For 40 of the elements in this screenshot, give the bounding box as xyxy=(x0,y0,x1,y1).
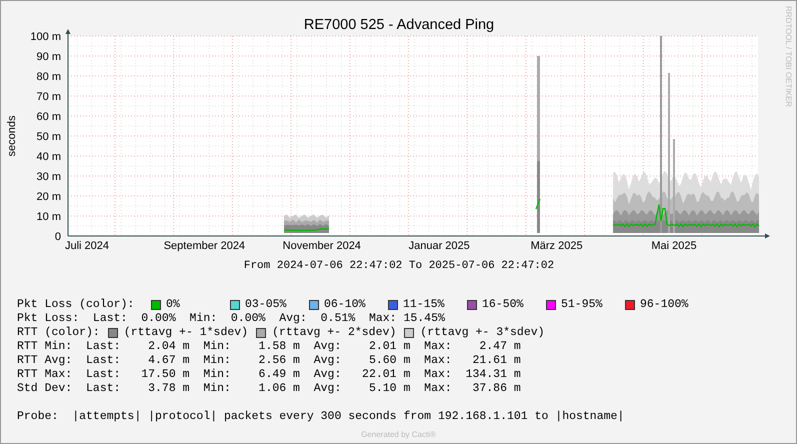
y-tick-label: 80 m xyxy=(36,71,61,83)
y-tick-label: 40 m xyxy=(36,151,61,163)
y-tick-label: 30 m xyxy=(36,171,61,183)
legend-item-label: (rttavg +- 3*sdev) xyxy=(420,326,545,340)
stats-line: RTT Avg: Last: 4.67 m Min: 2.56 m Avg: 5.60 m Max: 21.61 m xyxy=(17,354,522,368)
y-tick-label: 10 m xyxy=(36,211,61,223)
x-tick-label: Juli 2024 xyxy=(64,240,110,252)
legend-item-label: 51-95% xyxy=(561,298,602,312)
x-tick-label: Januar 2025 xyxy=(408,240,470,252)
y-tick-label: 100 m xyxy=(30,31,61,43)
legend-label: RTT (color): xyxy=(17,326,100,340)
x-tick-label: November 2024 xyxy=(282,240,361,252)
x-tick-label: März 2025 xyxy=(530,240,583,252)
stats-line: Std Dev: Last: 3.78 m Min: 1.06 m Avg: 5.10 m Max: 37.86 m xyxy=(17,382,522,396)
side-credit: RRDTOOL / TOBI OETIKER xyxy=(784,6,793,108)
y-tick-label: 60 m xyxy=(36,111,61,123)
time-range: From 2024-07-06 22:47:02 To 2025-07-06 22:47:02 xyxy=(244,260,554,272)
stats-line: RTT Max: Last: 17.50 m Min: 6.49 m Avg: 22.01 m Max: 134.31 m xyxy=(17,368,522,382)
legend-item-label: 96-100% xyxy=(640,298,688,312)
x-tick-label: September 2024 xyxy=(164,240,246,252)
stats-line: Pkt Loss: Last: 0.00% Min: 0.00% Avg: 0.51% Max: 15.45% xyxy=(17,312,446,326)
legend-item-label: (rttavg +- 1*sdev) xyxy=(124,326,248,340)
legend-item-label: 11-15% xyxy=(403,298,444,312)
x-tick-label: Mai 2025 xyxy=(651,240,697,252)
axis-label: seconds xyxy=(6,116,18,156)
y-tick-label: 50 m xyxy=(36,131,61,143)
y-tick-label: 70 m xyxy=(36,91,61,103)
y-tick-label: 90 m xyxy=(36,51,61,63)
stats-line: RTT Min: Last: 2.04 m Min: 1.58 m Avg: 2.01 m Max: 2.47 m xyxy=(17,340,522,354)
y-tick-label: 0 xyxy=(54,231,61,243)
footer-credit: Generated by Cacti® xyxy=(360,429,437,441)
legend-item-label: 0% xyxy=(166,298,180,312)
graph-title: RE7000 525 - Advanced Ping xyxy=(304,17,494,33)
legend-label: Pkt Loss (color): xyxy=(17,298,136,312)
legend-item-label: 03-05% xyxy=(245,298,286,312)
legend-item-label: 16-50% xyxy=(482,298,524,312)
legend-item-label: (rttavg +- 2*sdev) xyxy=(272,326,396,340)
legend-item-label: 06-10% xyxy=(324,298,366,312)
probe-line: Probe: |attempts| |protocol| packets every 300 seconds from 192.168.1.101 to |hostname| xyxy=(17,410,626,424)
y-tick-label: 20 m xyxy=(36,191,61,203)
